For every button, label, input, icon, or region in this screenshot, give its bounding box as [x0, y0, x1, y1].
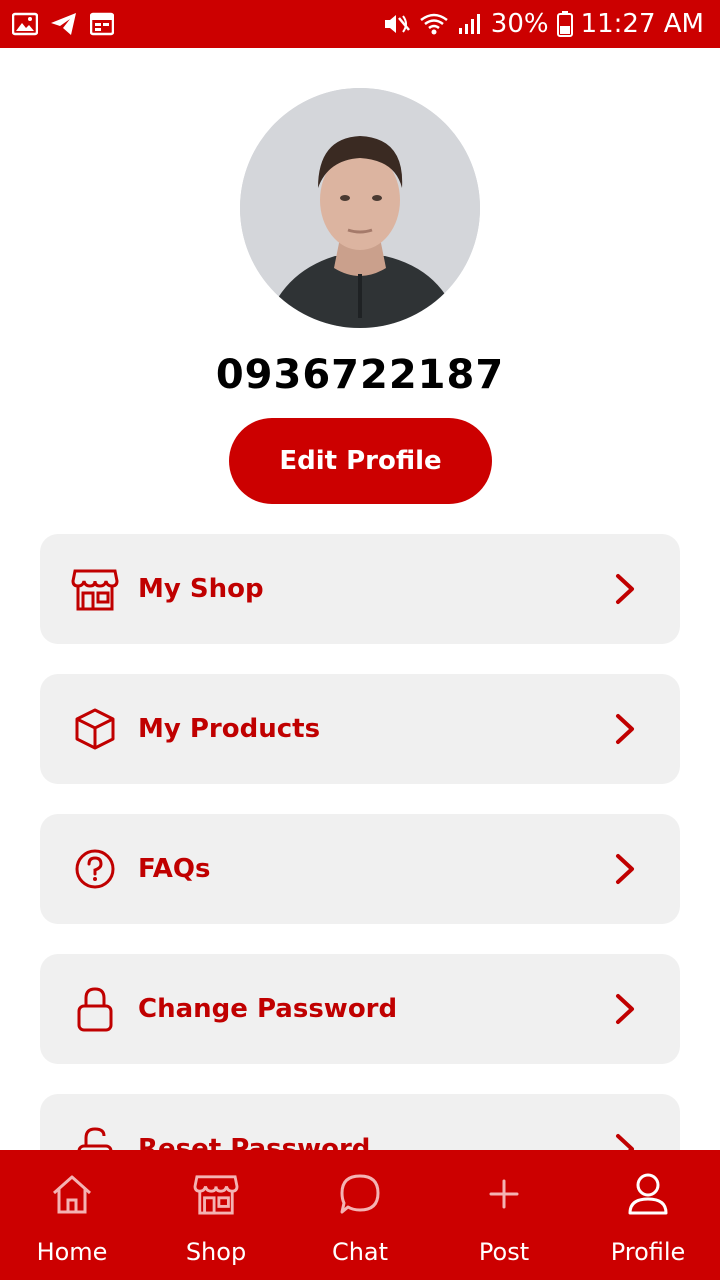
chevron-right-icon	[610, 709, 640, 749]
mute-icon	[383, 12, 411, 36]
edit-profile-button[interactable]: Edit Profile	[229, 418, 492, 504]
nav-label: Post	[478, 1238, 530, 1266]
box-icon	[70, 704, 120, 754]
nav-item-post[interactable]: Post	[432, 1150, 576, 1280]
menu-item-faqs[interactable]: FAQs	[40, 814, 680, 924]
chevron-right-icon	[610, 569, 640, 609]
menu-item-change-password[interactable]: Change Password	[40, 954, 680, 1064]
chat-icon	[338, 1170, 382, 1218]
image-icon	[12, 12, 38, 36]
nav-item-chat[interactable]: Chat	[288, 1150, 432, 1280]
chevron-right-icon	[610, 989, 640, 1029]
question-icon	[70, 844, 120, 894]
signal-icon	[457, 12, 483, 36]
avatar[interactable]	[240, 88, 480, 328]
shop-icon	[70, 564, 120, 614]
nav-label: Home	[36, 1238, 108, 1266]
status-left	[12, 12, 114, 36]
menu-label: FAQs	[138, 854, 211, 884]
menu-label: Change Password	[138, 994, 398, 1024]
nav-item-profile[interactable]: Profile	[576, 1150, 720, 1280]
nav-label: Profile	[610, 1238, 686, 1266]
battery-percent: 30%	[490, 9, 549, 39]
home-icon	[50, 1170, 94, 1218]
wifi-icon	[419, 12, 449, 36]
menu-item-my-shop[interactable]: My Shop	[40, 534, 680, 644]
menu-label: My Products	[138, 714, 321, 744]
user-icon	[627, 1170, 669, 1218]
plus-icon	[486, 1170, 522, 1218]
menu-item-my-products[interactable]: My Products	[40, 674, 680, 784]
phone-number: 0936722187	[215, 352, 505, 398]
lock-icon	[70, 984, 120, 1034]
nav-item-shop[interactable]: Shop	[144, 1150, 288, 1280]
shop-icon	[193, 1170, 239, 1218]
menu-label: My Shop	[138, 574, 264, 604]
chevron-right-icon	[610, 849, 640, 889]
status-bar: 30% 11:27 AM	[0, 0, 720, 48]
battery-icon	[556, 11, 573, 37]
bottom-nav: Home Shop Chat Post Profile	[0, 1150, 720, 1280]
telegram-icon	[50, 12, 78, 36]
nav-item-home[interactable]: Home	[0, 1150, 144, 1280]
calendar-icon	[90, 12, 114, 36]
nav-label: Shop	[185, 1238, 247, 1266]
clock: 11:27 AM	[580, 9, 704, 39]
nav-label: Chat	[331, 1238, 389, 1266]
status-right: 30% 11:27 AM	[383, 9, 704, 39]
